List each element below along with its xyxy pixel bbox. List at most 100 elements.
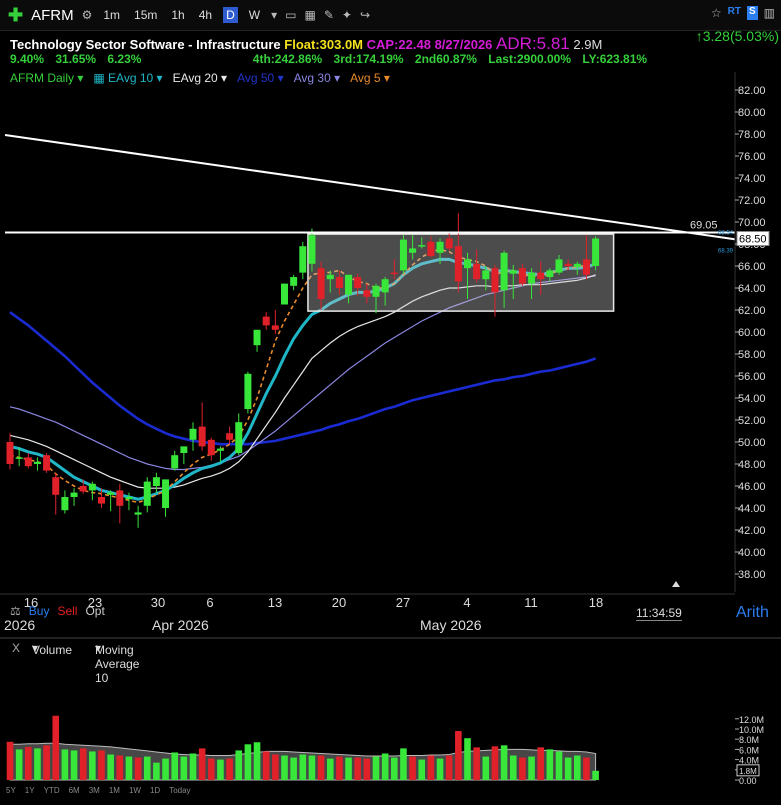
y-tick-label: 58.00 xyxy=(738,349,766,361)
candle-body xyxy=(335,277,343,288)
candle-body xyxy=(116,490,124,506)
period-ytd[interactable]: YTD xyxy=(44,786,60,795)
volume-bar xyxy=(6,741,14,780)
volume-bar xyxy=(528,756,535,780)
period-1m[interactable]: 1M xyxy=(109,786,120,795)
period-1y[interactable]: 1Y xyxy=(25,786,35,795)
period-5y[interactable]: 5Y xyxy=(6,786,16,795)
candle xyxy=(88,481,96,501)
candle-body xyxy=(226,433,234,440)
candle-body xyxy=(390,272,398,275)
volume-bar xyxy=(235,750,243,780)
volume-bar xyxy=(519,757,526,780)
candle xyxy=(244,371,252,414)
volume-bar xyxy=(272,754,279,780)
period-1w[interactable]: 1W xyxy=(129,786,141,795)
period-6m[interactable]: 6M xyxy=(69,786,80,795)
candle-body xyxy=(473,263,481,280)
volume-bar xyxy=(381,753,389,780)
candle-body xyxy=(399,239,407,271)
candle xyxy=(171,450,179,471)
volume-bar xyxy=(244,744,252,780)
x-tick-label: 30 xyxy=(151,595,165,610)
volume-bar xyxy=(391,757,398,780)
last-price-label: 68.50 xyxy=(739,234,767,246)
y-tick-label: 38.00 xyxy=(738,569,766,581)
volume-header: X Volume ▾ Moving Average 10 ▾ xyxy=(0,639,781,685)
volume-bar xyxy=(326,758,334,780)
candle xyxy=(198,402,206,451)
y-tick-label: 50.00 xyxy=(738,437,766,449)
candle-body xyxy=(162,479,170,508)
volume-bar xyxy=(52,715,60,780)
volume-bar xyxy=(162,758,169,780)
candle-body xyxy=(134,512,142,515)
volume-bar xyxy=(473,747,480,780)
candle-body xyxy=(546,270,554,277)
candle-body xyxy=(43,455,51,471)
volume-tick-label: 8.0M xyxy=(739,735,759,745)
x-tick-label: 18 xyxy=(589,595,603,610)
volume-ma-label[interactable]: Moving Average 10 ▾ xyxy=(95,641,139,685)
candle xyxy=(216,446,224,462)
volume-bar xyxy=(445,755,453,780)
volume-bar xyxy=(427,755,435,780)
candle-body xyxy=(454,246,462,282)
volume-bar xyxy=(143,756,151,780)
candle xyxy=(180,446,188,464)
candle-body xyxy=(143,481,151,506)
ma-value-bottom: 68.39 xyxy=(718,248,734,254)
sell-button[interactable]: Sell xyxy=(57,604,77,618)
candle-body xyxy=(125,497,133,500)
candle-body xyxy=(107,492,115,495)
period-today[interactable]: Today xyxy=(169,786,190,795)
y-tick-label: 66.00 xyxy=(738,261,766,273)
candle-body xyxy=(290,277,298,286)
candle-body xyxy=(326,274,334,280)
candle xyxy=(290,274,298,291)
ma-value-top: 68.54 xyxy=(718,230,734,236)
volume-bar xyxy=(34,748,41,780)
volume-label[interactable]: Volume ▾ xyxy=(32,641,72,657)
candle-body xyxy=(235,422,243,453)
candle-body xyxy=(33,461,41,464)
candle-body xyxy=(152,477,160,486)
candle-body xyxy=(500,252,508,291)
volume-bar xyxy=(281,755,288,780)
candle-body xyxy=(427,241,435,257)
candle-body xyxy=(564,263,572,266)
candle-body xyxy=(171,455,179,469)
buy-button[interactable]: Buy xyxy=(29,604,50,618)
y-tick-label: 64.00 xyxy=(738,283,766,295)
candle-body xyxy=(52,477,60,495)
candle-body xyxy=(198,426,206,447)
y-tick-label: 52.00 xyxy=(738,415,766,427)
period-1d[interactable]: 1D xyxy=(150,786,160,795)
y-tick-label: 46.00 xyxy=(738,481,766,493)
close-icon[interactable]: X xyxy=(12,641,20,655)
scale-icon[interactable]: ⚖ xyxy=(10,604,21,618)
candle-body xyxy=(555,259,563,273)
volume-bar xyxy=(180,756,188,780)
period-3m[interactable]: 3M xyxy=(89,786,100,795)
y-tick-label: 76.00 xyxy=(738,151,766,163)
volume-bar xyxy=(308,755,316,780)
volume-bar xyxy=(372,756,380,780)
candle-body xyxy=(24,457,32,467)
volume-bar xyxy=(317,755,325,780)
volume-bar xyxy=(564,757,572,780)
candle-body xyxy=(61,497,69,511)
volume-bar xyxy=(418,759,426,780)
candle-body xyxy=(363,290,371,297)
volume-bar xyxy=(15,749,23,780)
options-button[interactable]: Opt xyxy=(85,604,104,618)
candle-body xyxy=(464,259,471,269)
scale-mode-label[interactable]: Arith xyxy=(736,604,769,622)
volume-bar xyxy=(436,758,444,780)
x-tick-label: 6 xyxy=(206,595,213,610)
volume-bar xyxy=(574,755,581,780)
volume-last-label: 1.8M xyxy=(739,767,757,776)
y-tick-label: 42.00 xyxy=(738,525,766,537)
candle-body xyxy=(436,241,444,253)
candle xyxy=(262,312,270,330)
